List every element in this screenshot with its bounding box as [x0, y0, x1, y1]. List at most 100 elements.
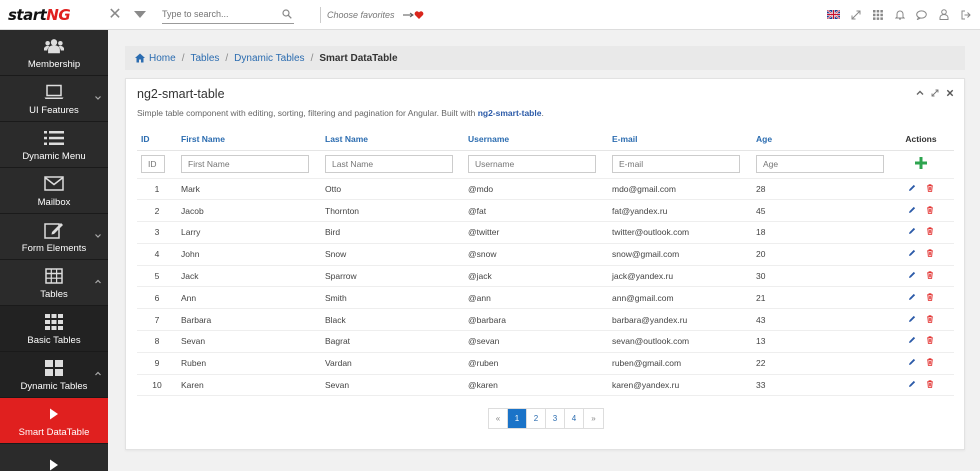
user-icon[interactable] — [937, 8, 950, 21]
trash-icon[interactable] — [926, 206, 934, 214]
trash-icon[interactable] — [926, 358, 934, 367]
table-row[interactable]: 3 Larry Bird @twitter twitter@outlook.com 18 — [137, 221, 954, 244]
table-row[interactable]: 2 Jacob Thornton @fat fat@yandex.ru 45 — [137, 199, 954, 223]
sidebar-item-ui-features[interactable]: UI Features — [0, 76, 108, 122]
pager-prev-button[interactable]: « — [489, 409, 508, 428]
table-row[interactable]: 5 Jack Sparrow @jack jack@yandex.ru 30 — [137, 265, 954, 288]
expand-icon[interactable] — [849, 8, 862, 21]
cell-last-name: Thornton — [321, 199, 464, 223]
caret-down-icon[interactable] — [134, 11, 146, 18]
table-header-row: ID First Name Last Name Username E-mail … — [137, 129, 954, 151]
cell-id: 4 — [137, 243, 177, 266]
sidebar-item-form-elements[interactable]: Form Elements — [0, 214, 108, 260]
pager-page-1[interactable]: 1 — [508, 409, 527, 428]
filter-age-input[interactable] — [756, 155, 884, 173]
table-row[interactable]: 10 Karen Sevan @karen karen@yandex.ru 33 — [137, 374, 954, 397]
sidebar-item-tables[interactable]: Tables — [0, 260, 108, 306]
sidebar-item-dynamic-tables[interactable]: Dynamic Tables — [0, 352, 108, 398]
header-username[interactable]: Username — [464, 129, 608, 151]
trash-icon[interactable] — [926, 380, 934, 388]
table-row[interactable]: 9 Ruben Vardan @ruben ruben@gmail.com 22 — [137, 352, 954, 375]
filter-username-input[interactable] — [468, 155, 596, 173]
filter-first-name-input[interactable] — [181, 155, 309, 173]
cell-actions — [888, 178, 954, 201]
cell-age: 45 — [752, 199, 888, 223]
search-input[interactable] — [162, 9, 272, 19]
favorites[interactable]: Choose favorites — [320, 6, 427, 23]
header-id[interactable]: ID — [137, 129, 177, 151]
trash-icon[interactable] — [926, 184, 934, 192]
edit-icon[interactable] — [908, 336, 916, 344]
table-row[interactable]: 7 Barbara Black @barbara barbara@yandex.ru 43 — [137, 308, 954, 332]
table-row[interactable]: 4 John Snow @snow snow@gmail.com 20 — [137, 243, 954, 266]
chat-icon[interactable] — [915, 8, 928, 21]
filter-last-name-input[interactable] — [325, 155, 453, 173]
sidebar-item-basic-tables[interactable]: Basic Tables — [0, 306, 108, 352]
search-icon[interactable] — [282, 8, 292, 19]
cell-age: 30 — [752, 265, 888, 288]
cell-username: @karen — [464, 374, 608, 397]
edit-icon[interactable] — [908, 358, 916, 366]
header-age[interactable]: Age — [752, 129, 888, 151]
edit-icon[interactable] — [908, 380, 916, 388]
filter-email-input[interactable] — [612, 155, 740, 173]
header-last-name[interactable]: Last Name — [321, 129, 464, 151]
pager-next-button[interactable]: » — [584, 409, 603, 428]
cell-username: @snow — [464, 243, 608, 266]
sidebar-item-smart-datatable[interactable]: Smart DataTable — [0, 398, 108, 444]
trash-icon[interactable] — [926, 293, 934, 301]
trash-icon[interactable] — [926, 315, 934, 323]
collapse-icon[interactable] — [916, 89, 924, 97]
trash-icon[interactable] — [926, 227, 934, 236]
sidebar-item-dynamic-menu[interactable]: Dynamic Menu — [0, 122, 108, 168]
uk-flag-icon[interactable] — [827, 8, 840, 21]
row-actions — [908, 380, 934, 388]
pager-page-2[interactable]: 2 — [527, 409, 546, 428]
description-text: Simple table component with editing, sor… — [137, 108, 476, 118]
edit-icon[interactable] — [908, 184, 916, 192]
sidebar-item-mailbox[interactable]: Mailbox — [0, 168, 108, 214]
filter-row — [137, 150, 954, 179]
logout-icon[interactable] — [959, 8, 972, 21]
row-actions — [908, 271, 934, 279]
breadcrumb-home[interactable]: Home — [149, 53, 176, 64]
pager-page-3[interactable]: 3 — [546, 409, 565, 428]
header-email[interactable]: E-mail — [608, 129, 752, 151]
close-icon[interactable] — [946, 89, 954, 97]
sidebar-item-more[interactable] — [0, 444, 108, 471]
chevron-down-icon — [95, 96, 101, 100]
bell-icon[interactable] — [893, 8, 906, 21]
row-actions — [908, 206, 934, 214]
row-actions — [908, 293, 934, 301]
cell-first-name: Barbara — [177, 308, 321, 332]
table-row[interactable]: 8 Sevan Bagrat @sevan sevan@outlook.com 13 — [137, 330, 954, 353]
table-row[interactable]: 6 Ann Smith @ann ann@gmail.com 21 — [137, 286, 954, 310]
trash-icon[interactable] — [926, 336, 934, 345]
breadcrumb-dynamic-tables[interactable]: Dynamic Tables — [234, 53, 304, 64]
filter-id-input[interactable] — [141, 155, 165, 173]
breadcrumb-tables[interactable]: Tables — [190, 53, 219, 64]
edit-icon[interactable] — [908, 249, 916, 257]
home-icon[interactable] — [135, 53, 145, 63]
chevron-up-icon — [95, 279, 101, 284]
trash-icon[interactable] — [926, 249, 934, 258]
edit-icon[interactable] — [908, 227, 916, 235]
table-row[interactable]: 1 Mark Otto @mdo mdo@gmail.com 28 — [137, 178, 954, 201]
cell-last-name: Otto — [321, 178, 464, 201]
trash-icon[interactable] — [926, 271, 934, 279]
header-first-name[interactable]: First Name — [177, 129, 321, 151]
edit-icon[interactable] — [908, 271, 916, 279]
edit-icon[interactable] — [908, 293, 916, 301]
pager-page-4[interactable]: 4 — [565, 409, 584, 428]
expand-icon[interactable] — [931, 89, 939, 97]
apps-grid-icon[interactable] — [871, 8, 884, 21]
edit-icon[interactable] — [908, 315, 916, 323]
app-logo[interactable]: startNG — [8, 6, 104, 24]
add-icon[interactable] — [915, 157, 927, 169]
cell-actions — [888, 199, 954, 223]
close-icon[interactable]: ✕ — [108, 6, 122, 22]
sidebar-item-membership[interactable]: Membership — [0, 30, 108, 76]
row-actions — [908, 315, 934, 323]
description-link[interactable]: ng2-smart-table — [478, 108, 542, 118]
edit-icon[interactable] — [908, 206, 916, 214]
